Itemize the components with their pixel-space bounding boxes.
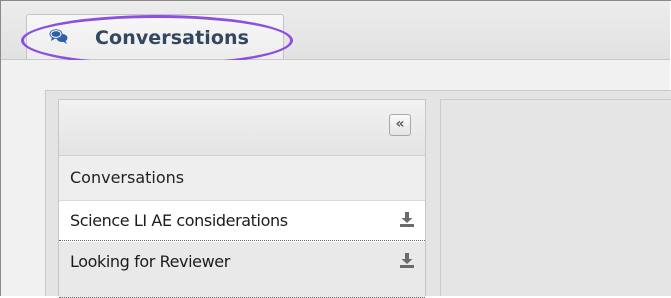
download-icon[interactable] xyxy=(399,211,415,227)
main-panel xyxy=(440,99,671,296)
list-item-label: Science LI AE considerations xyxy=(70,211,288,230)
download-icon[interactable] xyxy=(399,252,415,268)
collapse-sidebar-button[interactable]: « xyxy=(389,114,411,136)
tab-label: Conversations xyxy=(95,27,250,49)
list-item[interactable]: Science LI AE considerations xyxy=(59,201,425,241)
list-item-label: Looking for Reviewer xyxy=(70,252,230,271)
tab-conversations[interactable]: Conversations xyxy=(26,14,284,59)
conversations-sidebar: « Conversations Science LI AE considerat… xyxy=(58,99,426,298)
list-item[interactable]: Looking for Reviewer xyxy=(59,242,425,298)
sidebar-header: « xyxy=(59,100,425,156)
chat-bubbles-icon xyxy=(48,27,70,45)
list-title-text: Conversations xyxy=(70,168,185,187)
sidebar-list-title: Conversations xyxy=(59,156,425,201)
